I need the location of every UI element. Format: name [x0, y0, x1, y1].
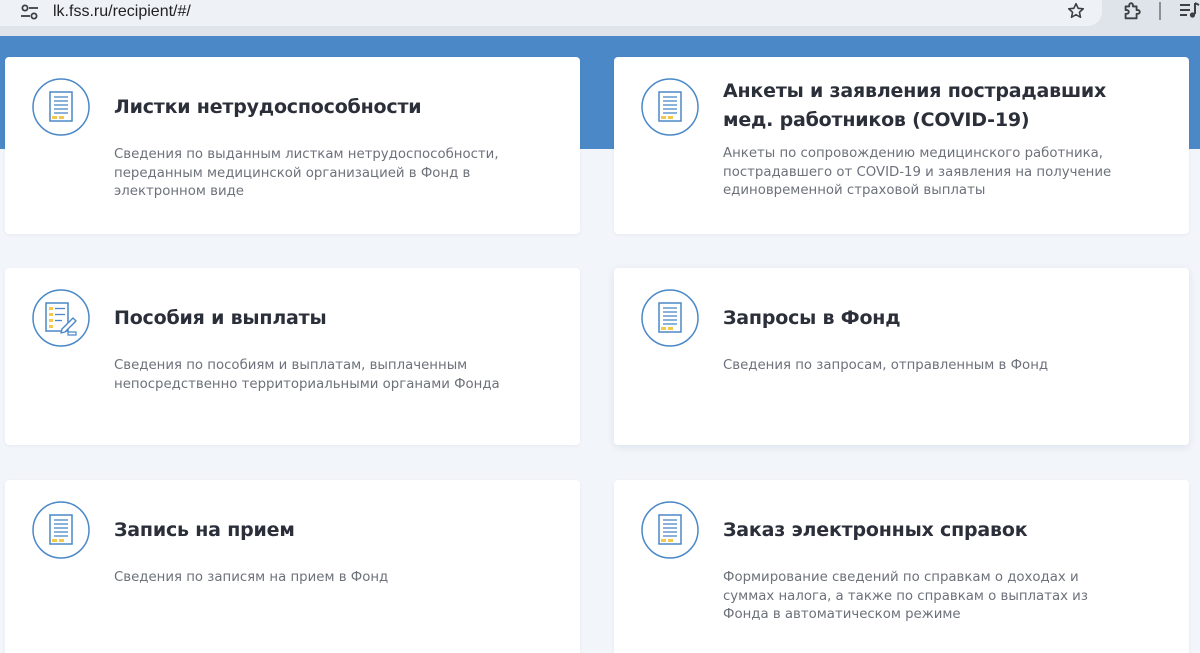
document-icon — [32, 78, 90, 136]
card-title[interactable]: Анкеты и заявления пострадавших мед. раб… — [723, 77, 1149, 135]
card-description: Сведения по записям на прием в Фонд — [114, 570, 389, 585]
document-icon — [641, 289, 699, 347]
card-covid-medical-workers[interactable]: Анкеты и заявления пострадавших мед. раб… — [614, 57, 1189, 234]
bookmark-star-icon[interactable] — [1066, 1, 1086, 21]
url-text[interactable]: lk.fss.ru/recipient/#/ — [53, 3, 191, 21]
address-bar[interactable]: lk.fss.ru/recipient/#/ — [0, 0, 1102, 26]
card-description: Анкеты по сопровождению медицинского раб… — [723, 146, 1112, 198]
document-icon — [32, 501, 90, 559]
card-appointments[interactable]: Запись на прием Сведения по записям на п… — [5, 480, 580, 653]
card-title[interactable]: Пособия и выплаты — [114, 304, 540, 333]
card-description: Формирование сведений по справкам о дохо… — [723, 570, 1088, 622]
card-description: Сведения по выданным листкам нетрудоспос… — [114, 147, 499, 199]
card-benefits-payments[interactable]: Пособия и выплаты Сведения по пособиям и… — [5, 268, 580, 445]
card-electronic-certificates[interactable]: Заказ электронных справок Формирование с… — [614, 480, 1189, 653]
browser-toolbar: lk.fss.ru/recipient/#/ — [0, 0, 1200, 36]
card-fund-requests[interactable]: Запросы в Фонд Сведения по запросам, отп… — [614, 268, 1189, 445]
site-settings-icon[interactable] — [20, 3, 40, 21]
document-icon — [641, 501, 699, 559]
card-description: Сведения по запросам, отправленным в Фон… — [723, 358, 1049, 373]
document-icon — [641, 78, 699, 136]
media-queue-icon[interactable] — [1178, 1, 1200, 21]
card-title[interactable]: Листки нетрудоспособности — [114, 93, 540, 122]
toolbar-separator — [1159, 2, 1161, 20]
document-pen-icon — [32, 289, 90, 347]
card-title[interactable]: Запросы в Фонд — [723, 304, 1149, 333]
card-title[interactable]: Заказ электронных справок — [723, 516, 1149, 545]
card-description: Сведения по пособиям и выплатам, выплаче… — [114, 358, 500, 392]
card-sick-leave[interactable]: Листки нетрудоспособности Сведения по вы… — [5, 57, 580, 234]
card-title[interactable]: Запись на прием — [114, 516, 540, 545]
extensions-puzzle-icon[interactable] — [1121, 0, 1143, 22]
